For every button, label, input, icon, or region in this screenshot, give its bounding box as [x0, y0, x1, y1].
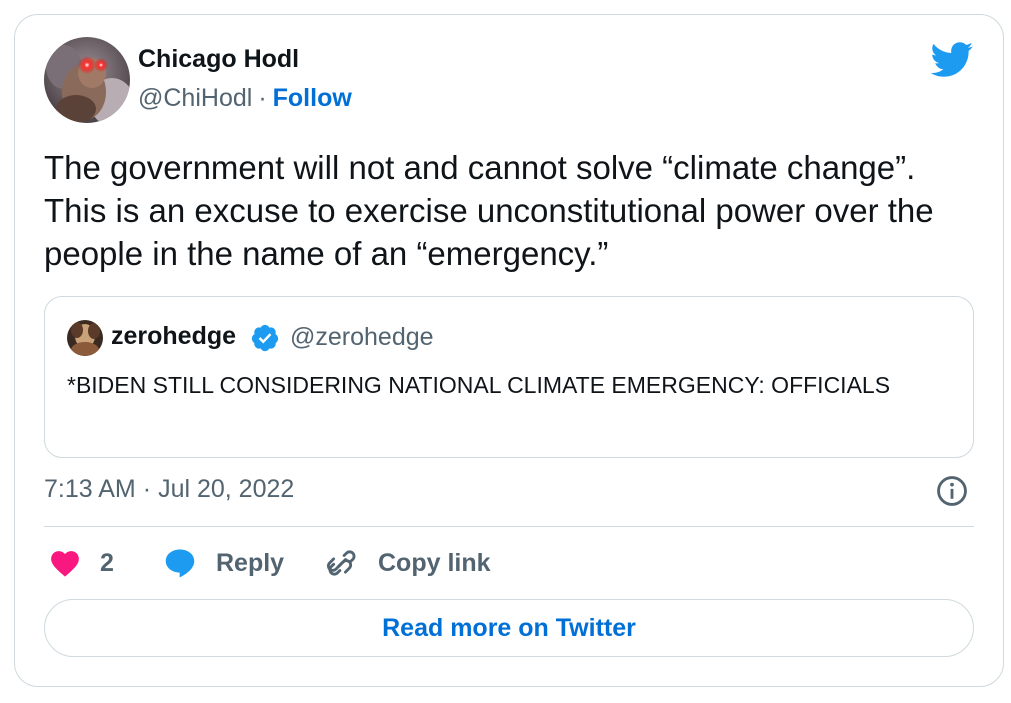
quoted-author-handle: @zerohedge — [290, 323, 434, 351]
copy-link-label: Copy link — [378, 548, 491, 577]
author-handle[interactable]: @ChiHodl — [138, 84, 252, 112]
date-separator: · — [142, 475, 152, 503]
quoted-tweet-text: *BIDEN STILL CONSIDERING NATIONAL CLIMAT… — [67, 372, 891, 398]
quoted-author-avatar — [67, 320, 103, 356]
actions-divider — [44, 526, 974, 527]
speech-bubble-icon — [165, 549, 195, 578]
author-name[interactable]: Chicago Hodl — [138, 45, 299, 74]
tweet-date: Jul 20, 2022 — [158, 475, 295, 503]
tweet-time: 7:13 AM — [44, 475, 136, 503]
quoted-tweet[interactable]: zerohedge @zerohedge *BIDEN STILL CONSID… — [44, 296, 974, 458]
verified-badge-icon — [251, 324, 279, 352]
reply-label: Reply — [216, 548, 285, 577]
follow-link[interactable]: Follow — [273, 84, 352, 112]
quoted-author-name: zerohedge — [111, 322, 237, 350]
tweet-timestamp[interactable]: 7:13 AM · Jul 20, 2022 — [44, 475, 294, 504]
author-avatar[interactable] — [44, 37, 130, 123]
like-count: 2 — [100, 548, 114, 577]
handle-separator: · — [258, 84, 267, 112]
tweet-text: The government will not and cannot solve… — [44, 149, 934, 272]
link-icon — [326, 550, 356, 576]
read-more-button[interactable]: Read more on Twitter — [44, 599, 974, 657]
info-icon[interactable] — [935, 474, 969, 508]
reply-button[interactable]: Reply — [162, 543, 284, 583]
like-button[interactable]: 2 — [48, 543, 114, 583]
twitter-bird-icon[interactable] — [930, 42, 974, 78]
heart-icon — [51, 551, 79, 577]
copy-link-button[interactable]: Copy link — [325, 543, 491, 583]
author-handle-line: @ChiHodl · Follow — [138, 84, 352, 113]
